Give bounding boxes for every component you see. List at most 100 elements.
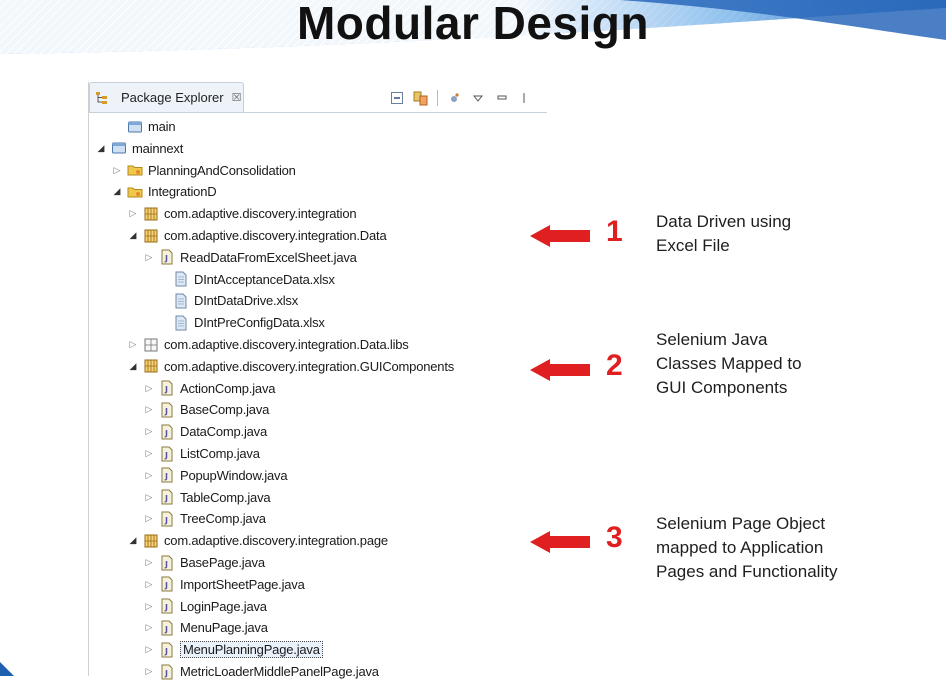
annotation-number: 3 [606, 521, 623, 554]
annotation-note: Selenium Java Classes Mapped to GUI Compon… [656, 328, 916, 400]
library-icon [143, 337, 159, 353]
tree-item-label: BaseComp.java [180, 402, 270, 418]
tree-item[interactable]: ▷ J ActionComp.java [143, 378, 275, 399]
svg-text:J: J [164, 385, 168, 394]
tree-item[interactable]: ◢ mainnext [95, 138, 184, 159]
collapsed-arrow-icon[interactable]: ▷ [143, 404, 155, 416]
folder-icon [127, 162, 143, 178]
tree-item[interactable]: ▷ J ImportSheetPage.java [143, 574, 305, 595]
maximize-icon[interactable] [518, 90, 534, 106]
expanded-arrow-icon[interactable]: ◢ [95, 142, 107, 154]
tree-item[interactable]: ◢ com.adaptive.discovery.integration.Data [127, 225, 387, 246]
expanded-arrow-icon[interactable]: ◢ [127, 360, 139, 372]
tree-item-label: ActionComp.java [180, 380, 276, 396]
tree-item-label: TableComp.java [180, 489, 271, 505]
tree-item[interactable]: ▷ J DataComp.java [143, 421, 267, 442]
red-arrow-icon [530, 531, 590, 553]
collapsed-arrow-icon[interactable]: ▷ [143, 600, 155, 612]
annotation-line: Selenium Java [656, 330, 768, 349]
tree-item-label: DataComp.java [180, 424, 267, 440]
tree-item-label: PlanningAndConsolidation [148, 162, 296, 178]
collapsed-arrow-icon[interactable]: ▷ [111, 164, 123, 176]
close-icon[interactable]: ☒ [232, 91, 242, 104]
svg-text:J: J [164, 603, 168, 612]
collapsed-arrow-icon[interactable]: ▷ [143, 382, 155, 394]
svg-text:J: J [164, 625, 168, 634]
collapse-all-icon[interactable] [389, 90, 405, 106]
svg-text:J: J [164, 516, 168, 525]
annotation-line: Pages and Functionality [656, 562, 838, 581]
svg-text:J: J [164, 451, 168, 460]
tree-item[interactable]: DIntDataDrive.xlsx [157, 290, 298, 311]
collapsed-arrow-icon[interactable]: ▷ [143, 469, 155, 481]
tree-item[interactable]: ▷ J TreeComp.java [143, 508, 266, 529]
annotation-number: 1 [606, 215, 623, 248]
tab-package-explorer[interactable]: Package Explorer ☒ [89, 82, 244, 112]
collapsed-arrow-icon[interactable]: ▷ [143, 557, 155, 569]
tree-item[interactable]: ▷ J BaseComp.java [143, 399, 269, 420]
collapsed-arrow-icon[interactable]: ▷ [127, 339, 139, 351]
package-explorer-icon [94, 90, 110, 106]
file-icon [173, 271, 189, 287]
svg-text:J: J [164, 407, 168, 416]
tree-item[interactable]: ◢ com.adaptive.discovery.integration.GUIC… [127, 356, 455, 377]
collapsed-arrow-icon[interactable]: ▷ [143, 578, 155, 590]
annotation-note: Selenium Page Object mapped to Applicatio… [656, 512, 916, 584]
tree-item[interactable]: DIntAcceptanceData.xlsx [157, 269, 335, 290]
folder-icon [127, 184, 143, 200]
tree-item[interactable]: ▷ com.adaptive.discovery.integration [127, 203, 357, 224]
package-icon [143, 358, 159, 374]
annotation-line: Selenium Page Object [656, 514, 826, 533]
minimize-icon[interactable] [494, 90, 510, 106]
svg-text:J: J [164, 254, 168, 263]
tree-item-label: TreeComp.java [180, 511, 266, 527]
tree-item[interactable]: main [111, 116, 176, 137]
tree-item[interactable]: ◢ com.adaptive.discovery.integration.page [127, 530, 389, 551]
tree-item-label: com.adaptive.discovery.integration.page [164, 533, 388, 549]
tree-item[interactable]: ▷ J ReadDataFromExcelSheet.java [143, 247, 357, 268]
annotation-line: mapped to Application [656, 538, 824, 557]
tree-item-label: com.adaptive.discovery.integration.Data [164, 228, 387, 243]
tree-item-label: com.adaptive.discovery.integration.GUICo… [164, 358, 455, 374]
collapsed-arrow-icon[interactable]: ▷ [143, 251, 155, 263]
tree-item-label: ListComp.java [180, 446, 260, 461]
tree-item[interactable]: ▷ J BasePage.java [143, 552, 265, 573]
file-icon [173, 315, 189, 331]
expanded-arrow-icon[interactable]: ◢ [127, 535, 139, 547]
java-file-icon: J [159, 489, 175, 505]
tree-item[interactable]: ◢ IntegrationD [111, 181, 217, 202]
tree-item-label: main [148, 119, 176, 134]
tree-item[interactable]: ▷ J PopupWindow.java [143, 465, 288, 486]
svg-text:J: J [164, 560, 168, 569]
tree-item[interactable]: ▷ J TableComp.java [143, 487, 271, 508]
tree-item[interactable]: ▷ J MenuPage.java [143, 617, 268, 638]
project-icon [111, 140, 127, 156]
link-with-editor-icon[interactable] [413, 90, 429, 106]
project-icon [127, 119, 143, 135]
annotation-note: Data Driven using Excel File [656, 210, 916, 258]
package-explorer-view: Package Explorer ☒ main ◢ mainnext ▷ Plannin… [88, 82, 547, 679]
collapsed-arrow-icon[interactable]: ▷ [143, 448, 155, 460]
focus-icon[interactable] [446, 90, 462, 106]
expanded-arrow-icon[interactable]: ◢ [127, 230, 139, 242]
expanded-arrow-icon[interactable]: ◢ [111, 186, 123, 198]
tree-item[interactable]: ▷ J LoginPage.java [143, 596, 267, 617]
java-file-icon: J [159, 402, 175, 418]
tree-item[interactable]: ▷ J ListComp.java [143, 443, 260, 464]
collapsed-arrow-icon[interactable]: ▷ [143, 426, 155, 438]
tree-item-label: BasePage.java [180, 555, 265, 570]
collapsed-arrow-icon[interactable]: ▷ [127, 208, 139, 220]
collapsed-arrow-icon[interactable]: ▷ [143, 513, 155, 525]
collapsed-arrow-icon[interactable]: ▷ [143, 491, 155, 503]
tree-item[interactable]: ▷ com.adaptive.discovery.integration.Data… [127, 334, 409, 355]
java-file-icon: J [159, 620, 175, 636]
tree-item[interactable]: DIntPreConfigData.xlsx [157, 312, 325, 333]
collapsed-arrow-icon[interactable]: ▷ [143, 622, 155, 634]
tree-item[interactable]: ▷ PlanningAndConsolidation [111, 160, 296, 181]
annotation-number: 2 [606, 349, 623, 382]
footer-decoration [0, 662, 14, 676]
tree-item-label: mainnext [132, 140, 184, 156]
tab-label: Package Explorer [121, 90, 224, 105]
java-file-icon: J [159, 380, 175, 396]
view-menu-icon[interactable] [470, 90, 486, 106]
